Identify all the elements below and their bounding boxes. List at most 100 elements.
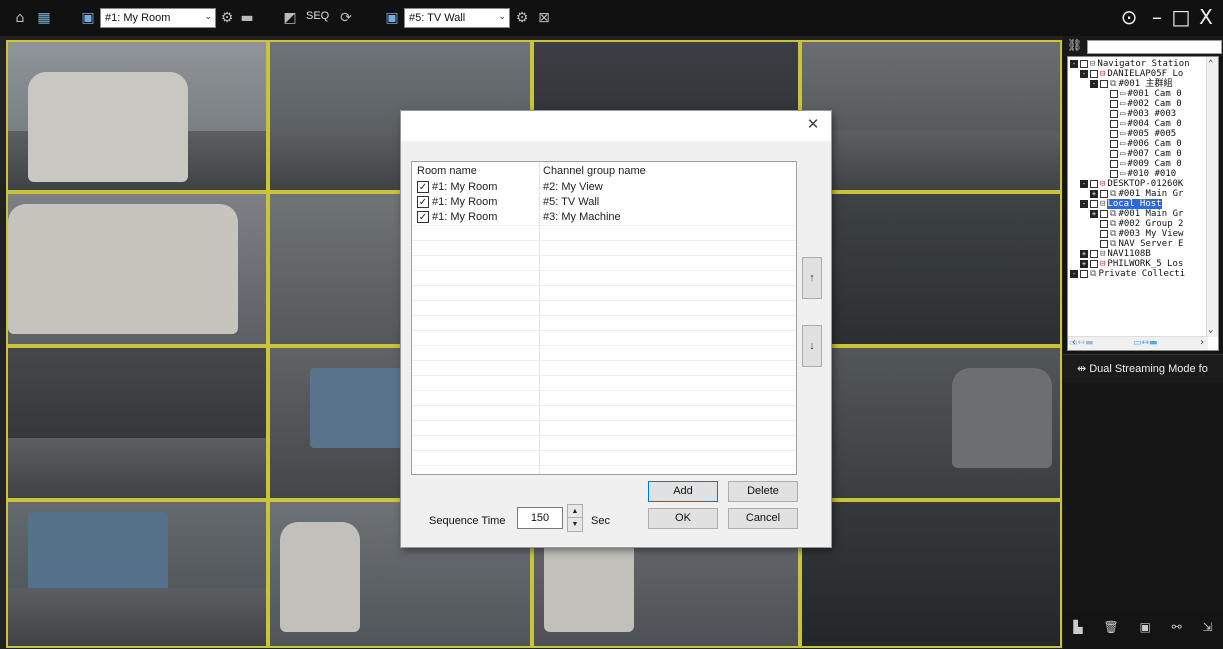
tree-node[interactable]: - ⧉ Private Collecti	[1070, 269, 1185, 279]
tree-node[interactable]: ▭ #001 Cam 0	[1110, 89, 1182, 99]
dual-stream-icon[interactable]: ▭↔▬	[1133, 338, 1158, 348]
tree-node[interactable]: - ⊟ Navigator Station	[1070, 59, 1190, 69]
spin-up-icon[interactable]: ▲	[568, 505, 582, 518]
column-room-name[interactable]: Room name	[417, 165, 477, 177]
delete-icon[interactable]: 🗑	[1103, 620, 1118, 634]
list-item[interactable]: ✓ #1: My Room #2: My View	[412, 180, 796, 195]
tree-checkbox[interactable]	[1110, 129, 1118, 138]
row-checkbox[interactable]: ✓	[417, 196, 429, 208]
room-select[interactable]: #1: My Room ⌄	[100, 8, 216, 28]
tree-node[interactable]: + ⊟ PHILWORK_5 Los	[1080, 259, 1183, 269]
settings-icon[interactable]: ⊙	[1118, 5, 1140, 29]
tree-node[interactable]: ▭ #006 Cam 0	[1110, 139, 1182, 149]
channel-switch-icon[interactable]: ◩	[280, 8, 300, 28]
column-channel-group[interactable]: Channel group name	[543, 165, 646, 177]
tree-checkbox[interactable]	[1080, 59, 1088, 68]
group-settings-icon[interactable]: ⚙	[512, 8, 532, 28]
move-up-button[interactable]: ↑	[802, 257, 822, 299]
row-checkbox[interactable]: ✓	[417, 181, 429, 193]
tree-node[interactable]: ▭ #009 Cam 0	[1110, 159, 1182, 169]
close-icon[interactable]: X	[1195, 5, 1217, 29]
tree-checkbox[interactable]	[1090, 199, 1098, 208]
collapse-icon[interactable]: -	[1080, 69, 1088, 78]
tree-checkbox[interactable]	[1110, 169, 1118, 178]
maximize-icon[interactable]: □	[1170, 5, 1192, 29]
tree-node[interactable]: - ⊟ DANIELAP05F Lo	[1080, 69, 1183, 79]
tree-view-icon[interactable]: ⛓	[1067, 38, 1082, 52]
dialog-close-icon[interactable]: ✕	[803, 115, 823, 135]
single-stream-icon[interactable]: ▭↔▬	[1069, 338, 1094, 348]
tree-checkbox[interactable]	[1110, 119, 1118, 128]
tree-node[interactable]: ⧉ #003 My View	[1100, 229, 1183, 239]
tree-node[interactable]: ⧉ #002 Group 2	[1100, 219, 1183, 229]
tree-node[interactable]: + ⊟ NAV1108B	[1080, 249, 1151, 259]
expand-icon[interactable]: +	[1090, 209, 1098, 218]
collapse-icon[interactable]: -	[1080, 199, 1088, 208]
tree-node[interactable]: ▭ #002 Cam 0	[1110, 99, 1182, 109]
tree-node[interactable]: ▭ #007 Cam 0	[1110, 149, 1182, 159]
video-cell[interactable]	[6, 346, 268, 500]
expand-icon[interactable]: +	[1080, 259, 1088, 268]
home-icon[interactable]: ⌂	[10, 8, 30, 28]
video-cell[interactable]	[6, 192, 268, 346]
ok-button[interactable]: OK	[648, 508, 718, 529]
tree-checkbox[interactable]	[1100, 239, 1108, 248]
tree-checkbox[interactable]	[1080, 269, 1088, 278]
collapse-icon[interactable]: -	[1080, 179, 1088, 188]
cancel-button[interactable]: Cancel	[728, 508, 798, 529]
tree-checkbox[interactable]	[1100, 209, 1108, 218]
tree-checkbox[interactable]	[1100, 189, 1108, 198]
tree-node[interactable]: + ⧉ #001 Main Gr	[1090, 209, 1183, 219]
sequence-time-spinner[interactable]: ▲ ▼	[567, 504, 583, 532]
close-view-icon[interactable]: ⊠	[534, 8, 554, 28]
minimize-icon[interactable]: –	[1146, 5, 1168, 29]
tree-search-input[interactable]	[1087, 40, 1222, 54]
scroll-up-icon[interactable]: ⌃	[1208, 59, 1213, 69]
video-cell[interactable]	[800, 346, 1062, 500]
add-icon[interactable]: ▙	[1073, 620, 1082, 634]
tree-checkbox[interactable]	[1110, 159, 1118, 168]
tree-checkbox[interactable]	[1110, 139, 1118, 148]
video-cell[interactable]	[6, 500, 268, 648]
seq-label[interactable]: SEQ	[306, 10, 329, 22]
tree-node[interactable]: ▭ #010 #010	[1110, 169, 1176, 179]
group-select[interactable]: #5: TV Wall ⌄	[404, 8, 510, 28]
tree-checkbox[interactable]	[1110, 99, 1118, 108]
move-down-button[interactable]: ↓	[802, 325, 822, 367]
tree-node[interactable]: ▭ #004 Cam 0	[1110, 119, 1182, 129]
tree-node-selected[interactable]: - ⊟ Local Host	[1080, 199, 1162, 209]
export-icon[interactable]: ⇲	[1203, 620, 1213, 634]
expand-icon[interactable]: +	[1090, 189, 1098, 198]
spin-down-icon[interactable]: ▼	[568, 518, 582, 531]
save-icon[interactable]: ▣	[1140, 620, 1151, 634]
tree-checkbox[interactable]	[1100, 219, 1108, 228]
layout-grid-icon[interactable]: ▦	[34, 8, 54, 28]
list-item[interactable]: ✓ #1: My Room #5: TV Wall	[412, 195, 796, 210]
monitor-icon[interactable]: ▬	[237, 8, 257, 28]
row-checkbox[interactable]: ✓	[417, 211, 429, 223]
video-cell[interactable]	[800, 500, 1062, 648]
tree-checkbox[interactable]	[1110, 89, 1118, 98]
tree-checkbox[interactable]	[1090, 249, 1098, 258]
tree-node[interactable]: - ⧉ #001 主群組	[1090, 79, 1173, 89]
video-cell[interactable]	[800, 192, 1062, 346]
tree-node[interactable]: ▭ #003 #003	[1110, 109, 1176, 119]
sequence-list[interactable]: Room name Channel group name ✓ #1: My Ro…	[411, 161, 797, 475]
tree-node[interactable]: ▭ #005 #005	[1110, 129, 1176, 139]
video-cell[interactable]	[6, 40, 268, 192]
tree-node[interactable]: + ⧉ #001 Main Gr	[1090, 189, 1183, 199]
device-tree[interactable]: - ⊟ Navigator Station - ⊟ DANIELAP05F Lo - ⧉ #…	[1067, 56, 1219, 351]
list-item[interactable]: ✓ #1: My Room #3: My Machine	[412, 210, 796, 225]
collapse-icon[interactable]: -	[1070, 59, 1078, 68]
tree-checkbox[interactable]	[1090, 69, 1098, 78]
tree-checkbox[interactable]	[1090, 259, 1098, 268]
tree-vertical-scrollbar[interactable]: ⌃ ⌄	[1206, 57, 1218, 337]
sequence-time-input[interactable]: 150	[517, 507, 563, 529]
tree-checkbox[interactable]	[1090, 179, 1098, 188]
refresh-icon[interactable]: ⟳	[336, 8, 356, 28]
tree-node[interactable]: - ⊟ DESKTOP-01260K	[1080, 179, 1183, 189]
collapse-icon[interactable]: -	[1070, 269, 1078, 278]
link-icon[interactable]: ⚯	[1172, 620, 1182, 634]
room-settings-icon[interactable]: ⚙	[217, 8, 237, 28]
tree-checkbox[interactable]	[1110, 109, 1118, 118]
